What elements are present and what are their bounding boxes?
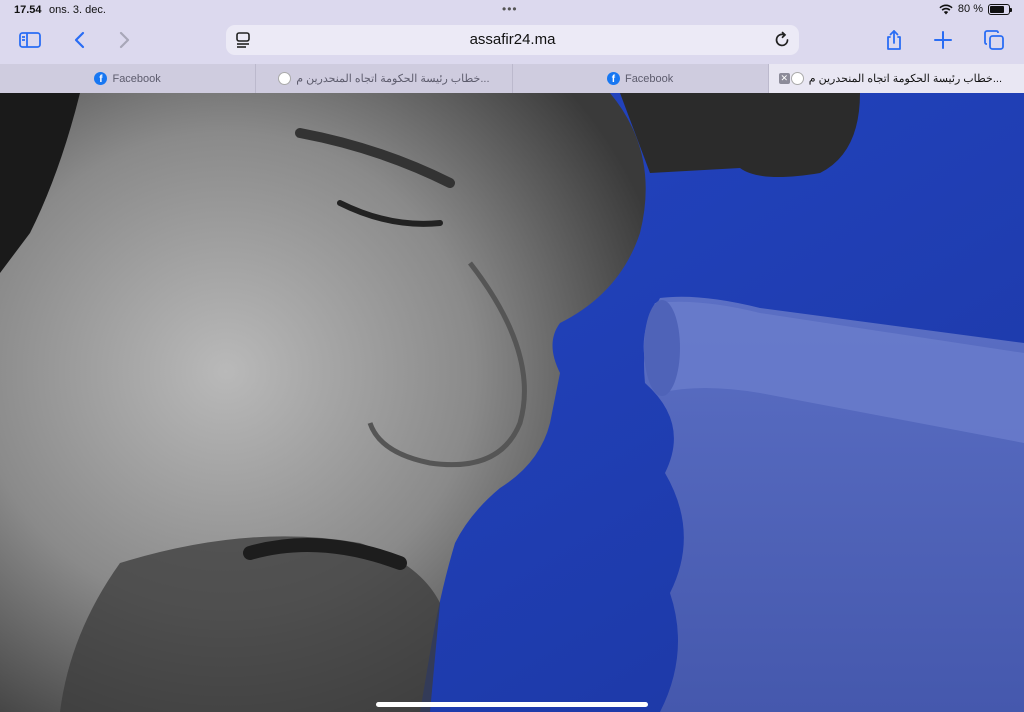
back-button[interactable] bbox=[66, 27, 94, 53]
tab-label: Facebook bbox=[624, 72, 674, 85]
forward-button[interactable] bbox=[110, 27, 138, 53]
close-tab-icon[interactable]: ✕ bbox=[778, 73, 790, 84]
sidebar-toggle-button[interactable] bbox=[16, 27, 44, 53]
multitasking-dots-icon[interactable]: ••• bbox=[502, 2, 518, 16]
wifi-icon bbox=[939, 3, 953, 14]
tab-overview-button[interactable] bbox=[980, 27, 1008, 53]
tab-facebook-1[interactable]: f Facebook bbox=[0, 64, 257, 93]
share-button[interactable] bbox=[880, 27, 908, 53]
chevron-left-icon bbox=[74, 31, 85, 49]
status-bar: 17.54 ons. 3. dec. ••• 80 % bbox=[0, 0, 1024, 20]
site-icon bbox=[790, 72, 804, 85]
facebook-icon: f bbox=[606, 72, 620, 85]
share-icon bbox=[887, 30, 901, 50]
battery-icon bbox=[988, 3, 1012, 15]
hero-image bbox=[0, 93, 1024, 712]
tab-strip: f Facebook خطاب رئيسة الحكومة اتجاه المن… bbox=[0, 64, 1024, 93]
tab-label: خطاب رئيسة الحكومة اتجاه المنحدرين م... bbox=[808, 73, 1003, 85]
page-content[interactable] bbox=[0, 93, 1024, 712]
browser-chrome: 17.54 ons. 3. dec. ••• 80 % assafir24.ma bbox=[0, 0, 1024, 64]
battery-percent: 80 % bbox=[957, 3, 983, 15]
home-indicator[interactable] bbox=[376, 702, 648, 707]
facebook-icon: f bbox=[94, 72, 108, 85]
tab-article-1[interactable]: خطاب رئيسة الحكومة اتجاه المنحدرين م... bbox=[256, 64, 513, 93]
tab-article-active[interactable]: ✕ خطاب رئيسة الحكومة اتجاه المنحدرين م..… bbox=[768, 64, 1024, 93]
tabs-icon bbox=[984, 30, 1004, 50]
tab-facebook-2[interactable]: f Facebook bbox=[513, 64, 769, 93]
tab-label: Facebook bbox=[112, 72, 161, 85]
status-date: ons. 3. dec. bbox=[49, 4, 106, 16]
url-text[interactable]: assafir24.ma bbox=[226, 25, 799, 55]
plus-icon bbox=[934, 31, 952, 49]
sidebar-icon bbox=[19, 32, 41, 48]
new-tab-button[interactable] bbox=[929, 27, 957, 53]
battery-fill bbox=[990, 5, 1005, 13]
address-bar[interactable]: assafir24.ma bbox=[226, 25, 799, 55]
tab-label: خطاب رئيسة الحكومة اتجاه المنحدرين م... bbox=[296, 73, 490, 85]
status-time: 17.54 bbox=[14, 4, 42, 16]
reload-icon[interactable] bbox=[773, 31, 791, 49]
status-right-group: 80 % bbox=[939, 3, 1012, 15]
chevron-right-icon bbox=[119, 31, 130, 49]
site-icon bbox=[278, 72, 292, 85]
